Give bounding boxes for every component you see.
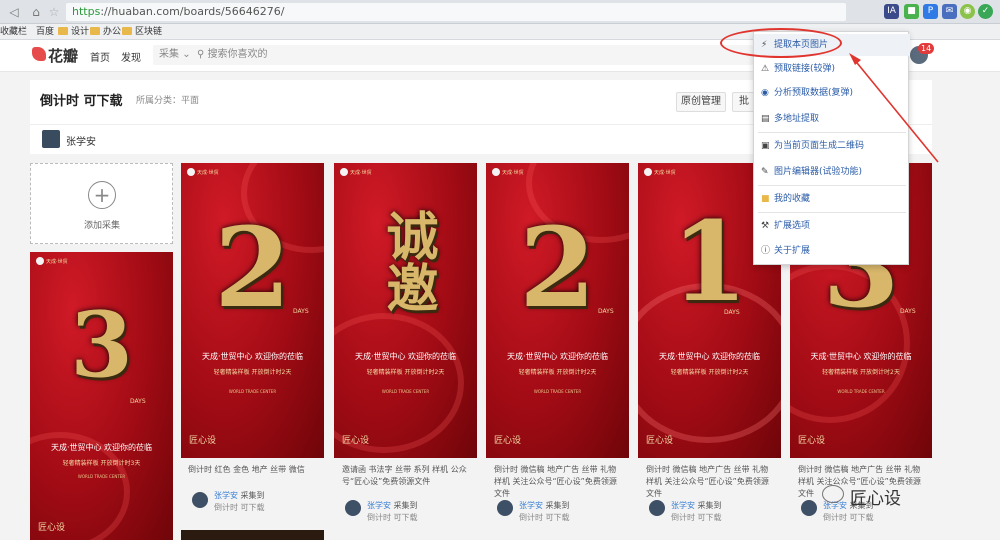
wechat-icon xyxy=(822,485,844,503)
annotation-arrow xyxy=(849,53,939,163)
watermark: 匠心设 xyxy=(850,489,901,509)
